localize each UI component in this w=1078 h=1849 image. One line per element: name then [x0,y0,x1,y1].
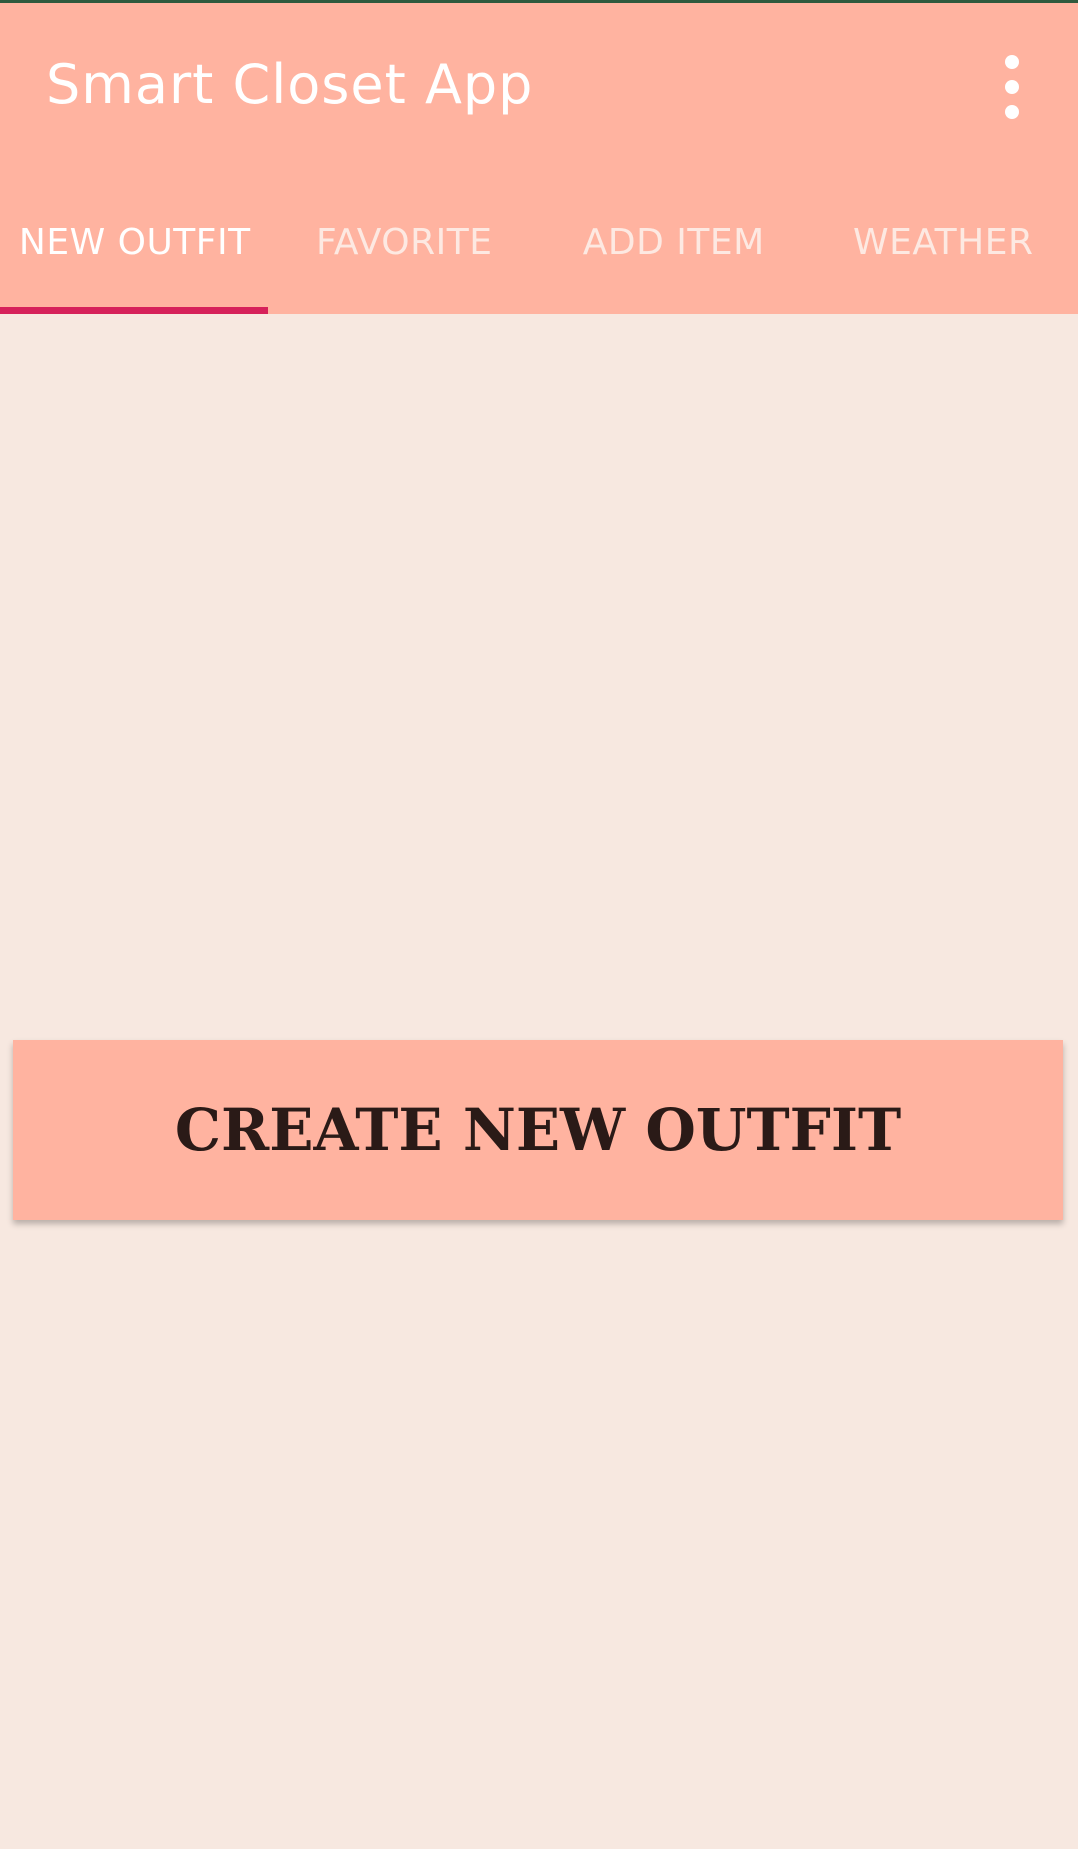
tab-bar: NEW OUTFIT FAVORITE ADD ITEM WEATHER [0,179,1078,314]
tab-label: WEATHER [853,222,1034,263]
tab-label: FAVORITE [316,222,493,263]
toolbar: Smart Closet App [0,3,1078,179]
tab-favorite[interactable]: FAVORITE [270,179,540,314]
create-new-outfit-button[interactable]: CREATE NEW OUTFIT [13,1040,1063,1220]
tab-add-item[interactable]: ADD ITEM [539,179,809,314]
menu-dot [1005,80,1019,94]
menu-dot [1005,55,1019,69]
tab-new-outfit[interactable]: NEW OUTFIT [0,179,270,314]
content-area: CREATE NEW OUTFIT [0,314,1078,1849]
active-tab-indicator [0,307,268,314]
create-new-outfit-label: CREATE NEW OUTFIT [174,1096,902,1164]
tab-label: NEW OUTFIT [18,222,251,263]
app-title: Smart Closet App [46,53,534,116]
app-header: Smart Closet App NEW OUTFIT FAVORITE ADD… [0,3,1078,314]
menu-dot [1005,105,1019,119]
tab-label: ADD ITEM [582,222,765,263]
more-vert-icon[interactable] [986,55,1038,119]
tab-weather[interactable]: WEATHER [809,179,1078,314]
